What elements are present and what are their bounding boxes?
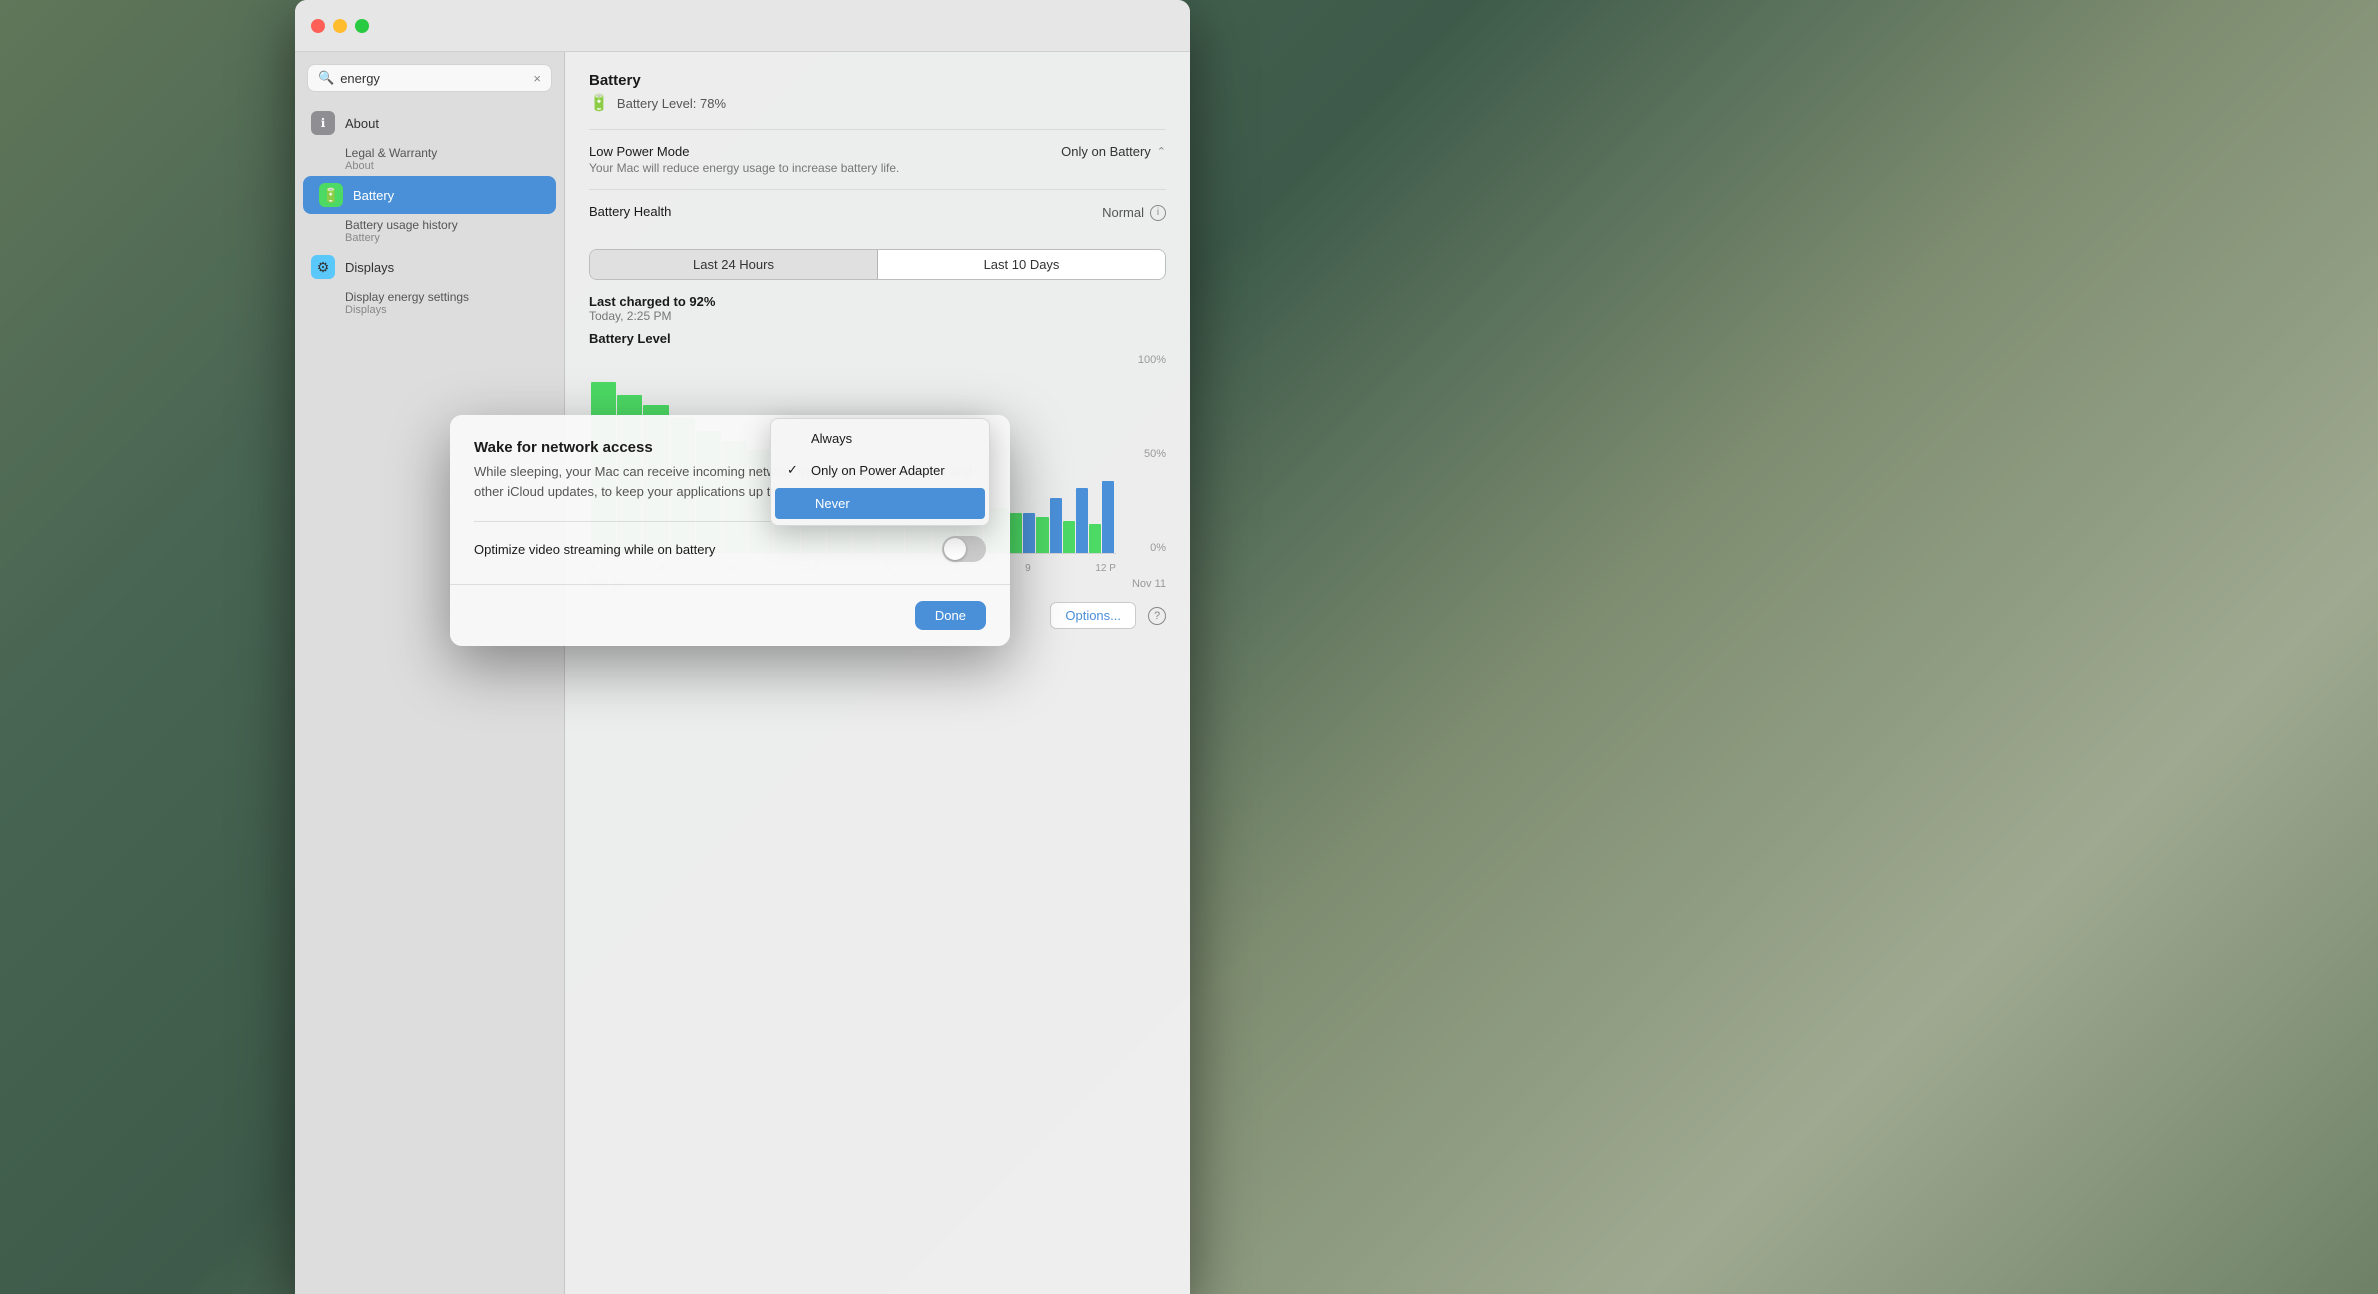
menu-item-only-power-adapter[interactable]: ✓ Only on Power Adapter (771, 454, 989, 486)
chart-title: Battery Level (589, 331, 1166, 346)
chart-y-labels: 100% 50% 0% (1121, 354, 1166, 574)
battery-level-row: 🔋 Battery Level: 78% (589, 93, 1166, 113)
sidebar-item-displays-label: Displays (345, 260, 394, 275)
sidebar-sub-displays-energy[interactable]: Display energy settings Displays (295, 286, 564, 320)
power-adapter-check: ✓ (787, 462, 803, 478)
dialog-toggle-row: Optimize video streaming while on batter… (474, 521, 986, 576)
x-label-9b: 9 (1025, 563, 1031, 574)
minimize-button[interactable] (333, 19, 347, 33)
last-charged-sub: Today, 2:25 PM (589, 309, 1166, 323)
last-charged-main: Last charged to 92% (589, 294, 1166, 309)
close-button[interactable] (311, 19, 325, 33)
options-button[interactable]: Options... (1050, 602, 1136, 629)
low-power-mode-control[interactable]: Only on Battery ⌃ (1061, 144, 1166, 159)
battery-usage-parent: Battery (345, 232, 548, 244)
sidebar-item-battery-label: Battery (353, 188, 394, 203)
y-label-100: 100% (1121, 354, 1166, 366)
battery-sidebar-icon: 🔋 (319, 183, 343, 207)
battery-health-right: Normal i (1102, 205, 1166, 221)
battery-health-value: Normal (1102, 205, 1144, 220)
optimize-video-toggle[interactable] (942, 536, 986, 562)
bar-blue-19 (1102, 481, 1114, 553)
battery-health-label: Battery Health (589, 204, 671, 219)
low-power-mode-value: Only on Battery (1061, 144, 1151, 159)
main-panel: Battery 🔋 Battery Level: 78% Low Power M… (565, 52, 1190, 1294)
low-power-mode-row: Low Power Mode Your Mac will reduce ener… (589, 129, 1166, 189)
date-nov11: Nov 11 (1132, 578, 1166, 590)
bar-blue-16 (1023, 513, 1035, 553)
optimize-video-label: Optimize video streaming while on batter… (474, 542, 715, 557)
bar-green-16 (1010, 513, 1022, 553)
search-clear-button[interactable]: × (533, 71, 541, 86)
low-power-mode-label: Low Power Mode (589, 144, 899, 159)
menu-item-never[interactable]: Never (775, 488, 985, 519)
displays-icon: ⚙ (311, 255, 335, 279)
menu-item-always[interactable]: Always (771, 423, 989, 454)
sidebar-item-about-label: About (345, 116, 379, 131)
battery-health-info-icon[interactable]: i (1150, 205, 1166, 221)
y-label-0: 0% (1121, 542, 1166, 554)
sidebar-item-displays[interactable]: ⚙ Displays (295, 248, 564, 286)
maximize-button[interactable] (355, 19, 369, 33)
traffic-lights (311, 19, 369, 33)
low-power-mode-desc: Your Mac will reduce energy usage to inc… (589, 161, 899, 175)
bar-group-16 (1010, 513, 1035, 553)
sidebar-item-battery[interactable]: 🔋 Battery (303, 176, 556, 214)
displays-energy-label: Display energy settings (345, 290, 548, 304)
sidebar-item-about[interactable]: ℹ About (295, 104, 564, 142)
bar-green-19 (1089, 524, 1101, 553)
x-label-12p: 12 P (1095, 563, 1116, 574)
title-bar (295, 0, 1190, 52)
preferences-window: 🔍 × ℹ About Legal & Warranty About 🔋 (295, 0, 1190, 1294)
toggle-knob (944, 538, 966, 560)
low-power-mode-label-block: Low Power Mode Your Mac will reduce ener… (589, 144, 899, 175)
bar-group-19 (1089, 481, 1114, 553)
bar-group-17 (1036, 498, 1061, 553)
tab-last-24-hours[interactable]: Last 24 Hours (590, 250, 878, 279)
battery-usage-label: Battery usage history (345, 218, 548, 232)
displays-energy-parent: Displays (345, 304, 548, 316)
sidebar-sub-battery-usage[interactable]: Battery usage history Battery (295, 214, 564, 248)
always-label: Always (811, 431, 973, 446)
y-label-50: 50% (1121, 448, 1166, 460)
content-area: 🔍 × ℹ About Legal & Warranty About 🔋 (295, 52, 1190, 1294)
dropdown-menu: Always ✓ Only on Power Adapter Never (770, 418, 990, 526)
battery-health-row: Battery Health Normal i (589, 189, 1166, 235)
bar-blue-17 (1050, 498, 1062, 553)
bar-green-18 (1063, 521, 1075, 553)
battery-icon-main: 🔋 (589, 93, 609, 113)
search-icon: 🔍 (318, 70, 334, 86)
low-power-chevron-icon: ⌃ (1157, 145, 1166, 158)
bar-green-17 (1036, 517, 1048, 553)
never-label: Never (815, 496, 969, 511)
legal-warranty-label: Legal & Warranty (345, 146, 548, 160)
legal-warranty-parent: About (345, 160, 548, 172)
search-bar[interactable]: 🔍 × (307, 64, 552, 92)
done-button[interactable]: Done (915, 601, 986, 630)
tab-last-10-days[interactable]: Last 10 Days (878, 250, 1165, 279)
power-adapter-label: Only on Power Adapter (811, 463, 973, 478)
last-charged: Last charged to 92% Today, 2:25 PM (589, 294, 1166, 323)
time-tabs: Last 24 Hours Last 10 Days (589, 249, 1166, 280)
section-title: Battery (589, 72, 1166, 89)
bar-blue-18 (1076, 488, 1088, 553)
sidebar: 🔍 × ℹ About Legal & Warranty About 🔋 (295, 52, 565, 1294)
help-icon[interactable]: ? (1148, 607, 1166, 625)
sidebar-sub-legal[interactable]: Legal & Warranty About (295, 142, 564, 176)
search-input[interactable] (340, 71, 527, 86)
about-icon: ℹ (311, 111, 335, 135)
dialog-footer: Done (450, 584, 1010, 646)
bar-group-18 (1063, 488, 1088, 553)
battery-level-text: Battery Level: 78% (617, 96, 726, 111)
